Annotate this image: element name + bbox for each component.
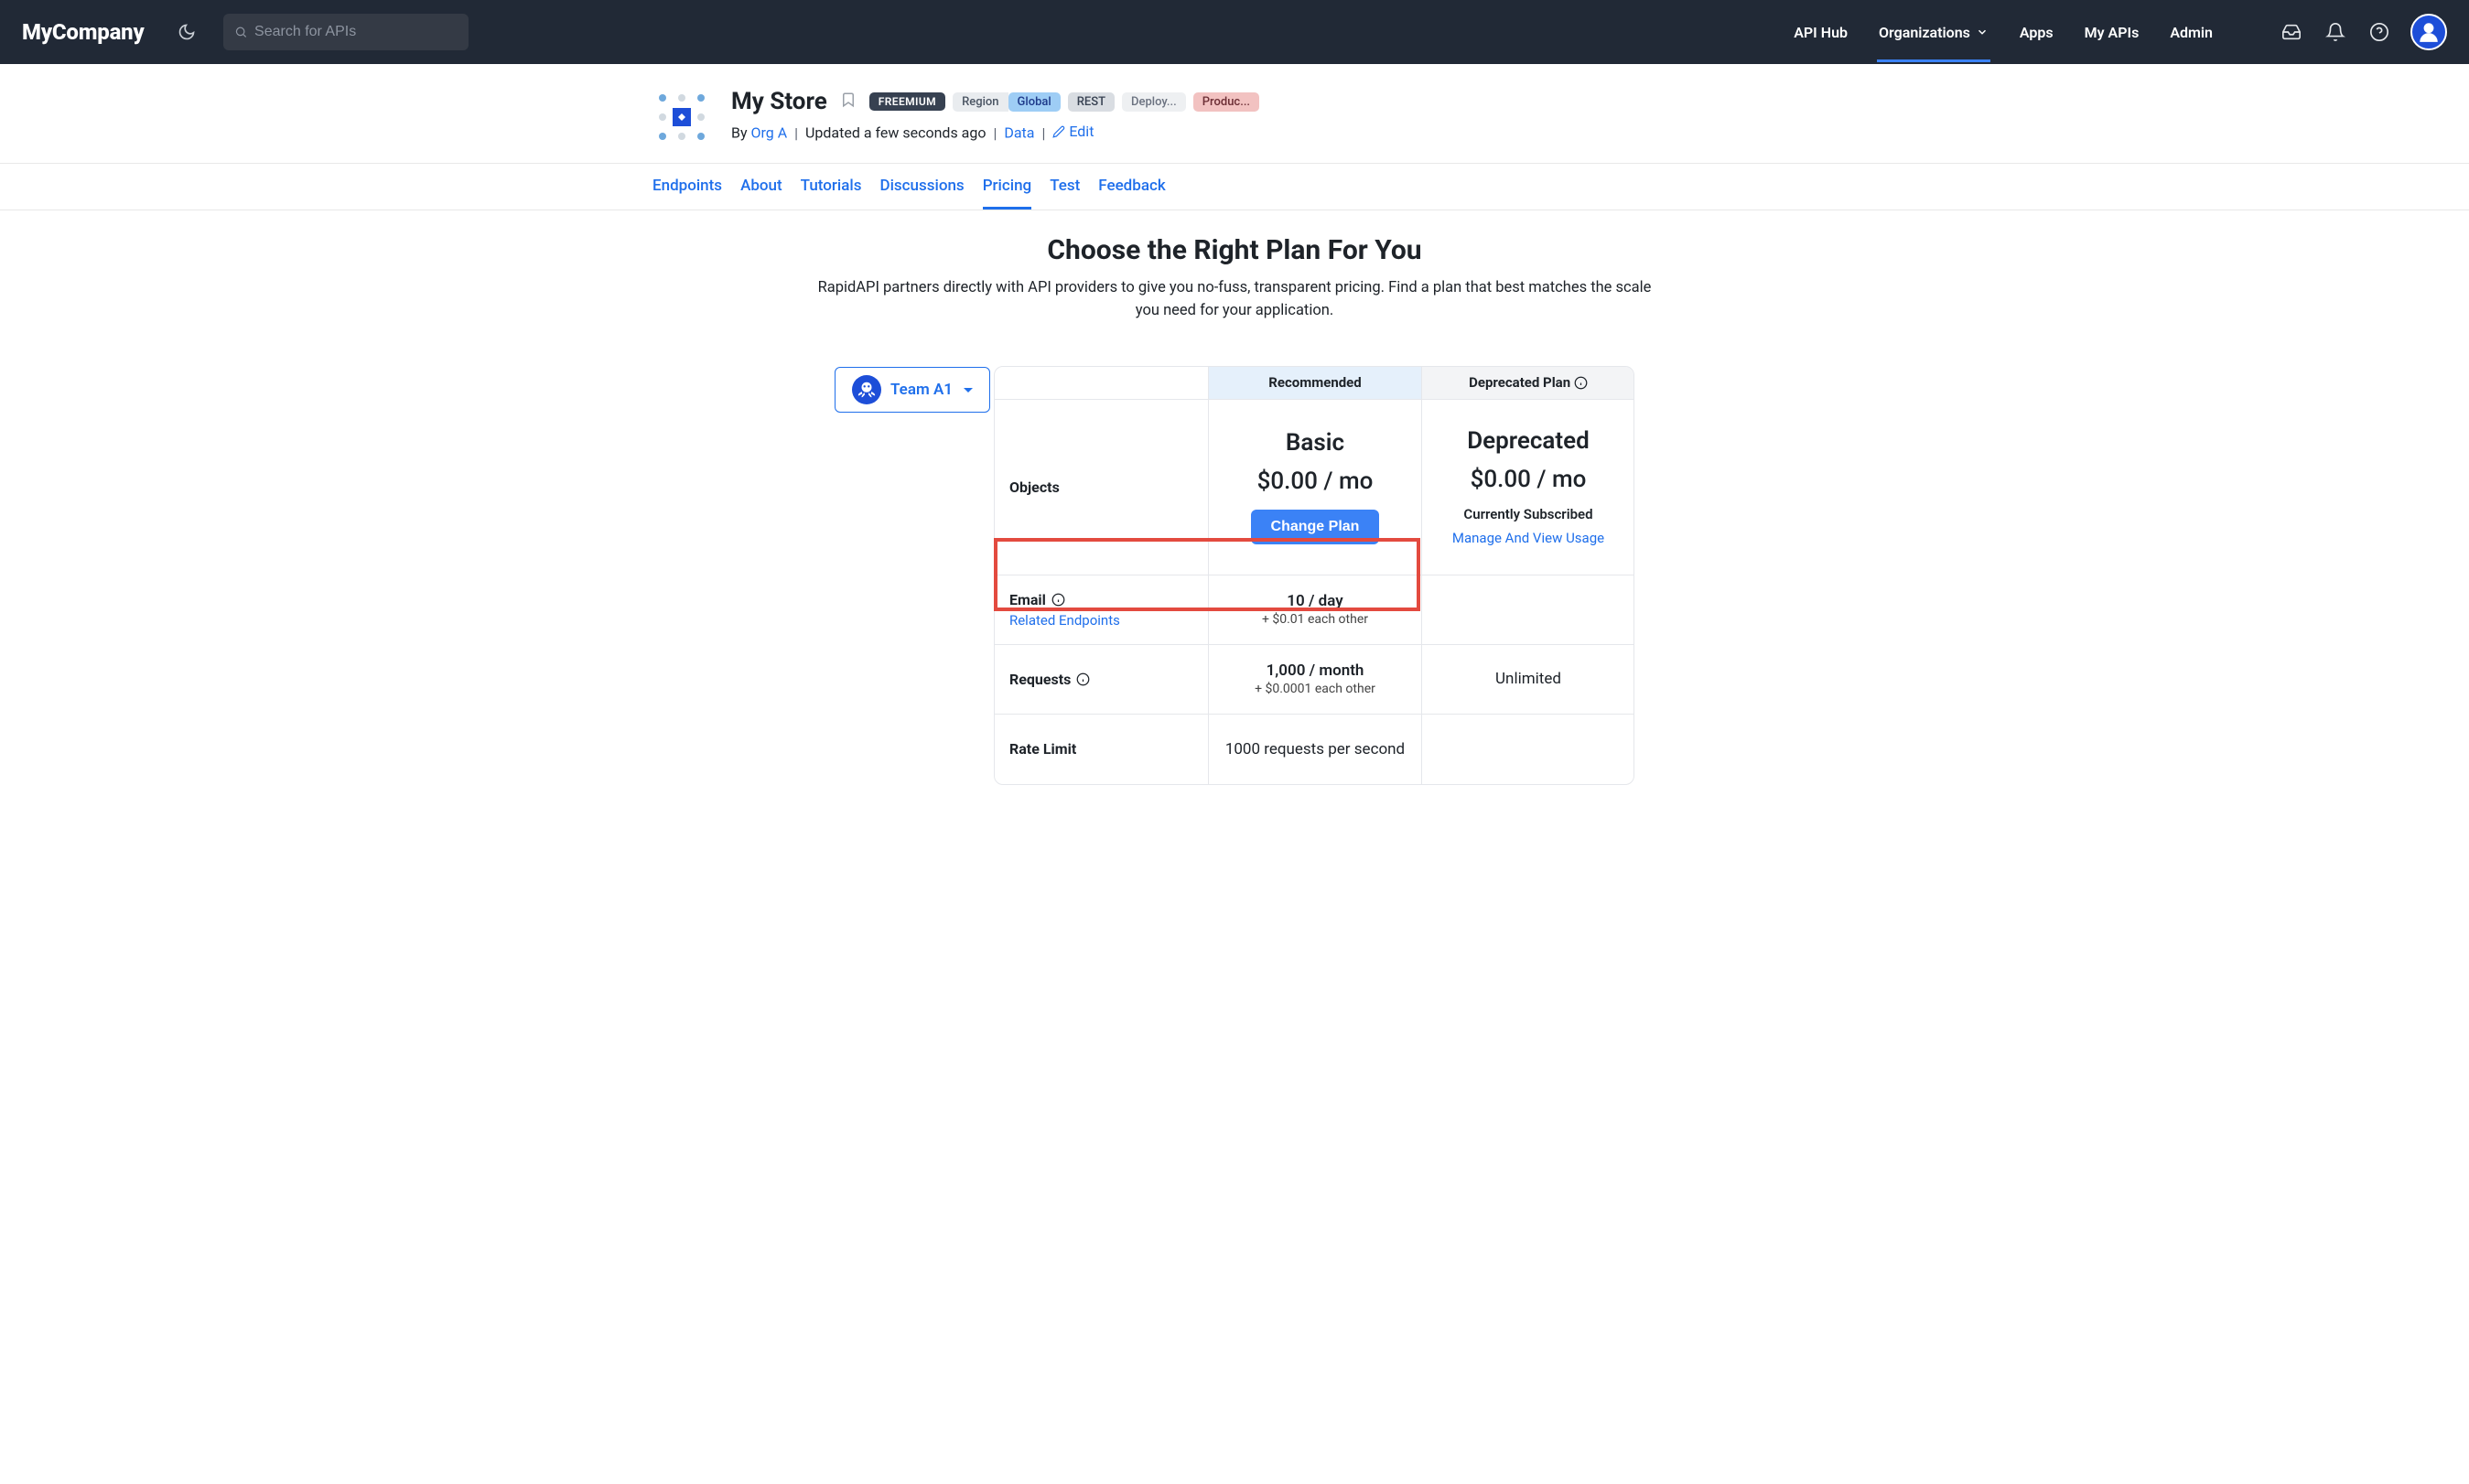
help-button[interactable] [2367, 19, 2392, 45]
updated-text: Updated a few seconds ago [805, 124, 986, 142]
nav-organizations-label: Organizations [1879, 24, 1970, 41]
tabs-nav: Endpoints About Tutorials Discussions Pr… [594, 164, 1875, 210]
pricing-label-column: Objects Email Related Endpoints Requests [995, 367, 1208, 784]
requests-label: Requests [1009, 671, 1090, 688]
related-endpoints-link[interactable]: Related Endpoints [1009, 612, 1120, 629]
by-label: By [731, 124, 748, 142]
plan-deprecated-price: $0.00 / mo [1471, 466, 1587, 493]
user-avatar[interactable] [2410, 14, 2447, 50]
basic-requests-extra: + $0.0001 each other [1255, 682, 1375, 696]
basic-rate-limit: 1000 requests per second [1225, 740, 1405, 758]
help-icon [2369, 22, 2389, 42]
bell-icon [2325, 22, 2345, 42]
tab-feedback[interactable]: Feedback [1098, 177, 1165, 197]
basic-email-quota: 10 / day [1287, 592, 1342, 610]
tab-discussions[interactable]: Discussions [879, 177, 964, 197]
pricing-section: Choose the Right Plan For You RapidAPI p… [594, 210, 1875, 822]
pricing-subtitle: RapidAPI partners directly with API prov… [804, 277, 1665, 323]
caret-down-icon [964, 388, 973, 397]
brand-logo[interactable]: MyCompany [22, 19, 145, 45]
badges-row: FREEMIUM Region Global REST Deploy... Pr… [869, 92, 1259, 112]
inbox-button[interactable] [2279, 19, 2304, 45]
team-avatar [852, 375, 881, 404]
plan-basic-column: Recommended Basic $0.00 / mo Change Plan… [1208, 367, 1421, 784]
byline: By Org A | Updated a few seconds ago | D… [731, 123, 1259, 142]
email-label: Email [1009, 591, 1065, 608]
subscribed-status: Currently Subscribed [1463, 506, 1592, 522]
edit-link[interactable]: Edit [1052, 123, 1094, 140]
tab-about[interactable]: About [740, 177, 782, 197]
plan-deprecated-column: Deprecated Plan Deprecated $0.00 / mo Cu… [1421, 367, 1634, 784]
manage-usage-link[interactable]: Manage And View Usage [1452, 530, 1604, 546]
tab-test[interactable]: Test [1050, 177, 1080, 197]
org-link[interactable]: Org A [751, 124, 788, 142]
region-label-badge: Region [953, 92, 1008, 112]
deprecated-requests-quota: Unlimited [1495, 670, 1561, 688]
octopus-icon [857, 380, 877, 400]
plan-deprecated-name: Deprecated [1467, 427, 1590, 455]
nav-admin[interactable]: Admin [2168, 24, 2215, 41]
team-picker[interactable]: Team A1 [835, 367, 990, 413]
pencil-icon [1052, 125, 1065, 138]
inbox-icon [2281, 22, 2302, 42]
basic-email-extra: + $0.01 each other [1262, 612, 1368, 627]
basic-requests-quota: 1,000 / month [1267, 661, 1364, 680]
pricing-table: Objects Email Related Endpoints Requests [994, 366, 1634, 785]
search-input[interactable] [254, 24, 457, 40]
bookmark-icon [840, 90, 857, 110]
info-icon[interactable] [1574, 376, 1588, 390]
plan-basic-name: Basic [1286, 429, 1344, 457]
plan-header-empty [995, 367, 1208, 400]
nav-apps[interactable]: Apps [2018, 24, 2055, 41]
nav-api-hub[interactable]: API Hub [1792, 24, 1849, 41]
api-logo [652, 88, 711, 146]
api-logo-icon [652, 88, 711, 146]
tab-endpoints[interactable]: Endpoints [652, 177, 722, 197]
rest-badge: REST [1068, 92, 1115, 112]
tab-pricing[interactable]: Pricing [983, 177, 1032, 197]
avatar-icon [2417, 20, 2441, 44]
freemium-badge: FREEMIUM [869, 92, 945, 111]
nav-my-apis[interactable]: My APIs [2083, 24, 2141, 41]
pricing-title: Choose the Right Plan For You [594, 234, 1875, 266]
region-value-badge: Global [1008, 92, 1061, 112]
plan-basic-header: Recommended [1209, 367, 1421, 400]
notifications-button[interactable] [2323, 19, 2348, 45]
bookmark-button[interactable] [840, 90, 857, 113]
tab-tutorials[interactable]: Tutorials [801, 177, 862, 197]
data-link[interactable]: Data [1004, 124, 1034, 142]
search-box[interactable] [223, 14, 469, 50]
dark-mode-toggle[interactable] [172, 17, 201, 47]
team-name: Team A1 [890, 381, 953, 399]
nav-links: API Hub Organizations Apps My APIs Admin [1792, 14, 2447, 50]
search-icon [234, 25, 248, 39]
chevron-down-icon [1976, 26, 1989, 38]
moon-icon [178, 23, 196, 41]
info-icon[interactable] [1051, 593, 1065, 607]
production-badge[interactable]: Produc... [1193, 92, 1259, 112]
nav-organizations[interactable]: Organizations [1877, 24, 1990, 41]
deploy-badge[interactable]: Deploy... [1122, 92, 1186, 112]
plan-basic-price: $0.00 / mo [1257, 468, 1374, 495]
api-header: My Store FREEMIUM Region Global REST Dep… [594, 64, 1875, 163]
change-plan-button[interactable]: Change Plan [1251, 510, 1380, 544]
rate-limit-label: Rate Limit [1009, 740, 1076, 758]
plan-deprecated-header: Deprecated Plan [1422, 367, 1634, 400]
edit-label: Edit [1069, 123, 1094, 140]
top-nav: MyCompany API Hub Organizations Apps My … [0, 0, 2469, 64]
info-icon[interactable] [1076, 672, 1090, 686]
objects-label: Objects [1009, 479, 1060, 496]
api-title: My Store [731, 88, 827, 115]
